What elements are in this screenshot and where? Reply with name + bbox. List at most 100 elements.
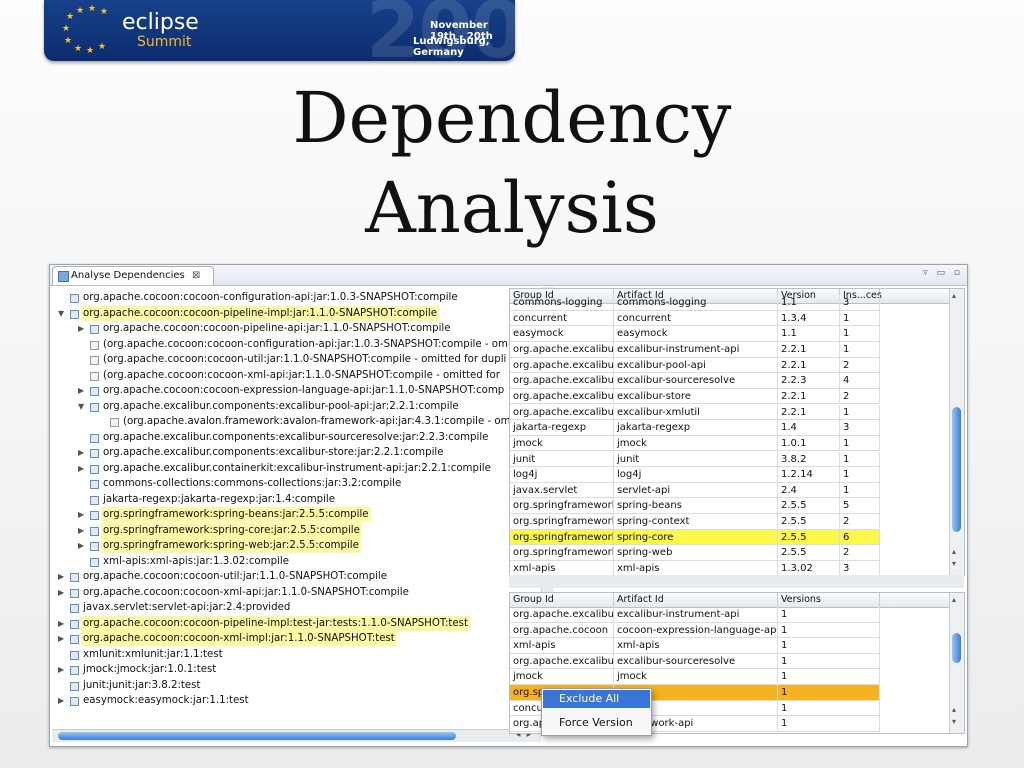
expand-icon[interactable]: ▶: [78, 538, 88, 553]
tree-row[interactable]: ▼ org.apache.excalibur.components:excalib…: [52, 399, 541, 414]
tree-row[interactable]: ▶ org.apache.cocoon:cocoon-xml-api:jar:1.…: [52, 585, 541, 600]
collapse-icon[interactable]: ▼: [58, 306, 68, 321]
column-header-versions[interactable]: Versions: [778, 593, 880, 607]
tree-row[interactable]: junit:junit:jar:3.8.2:test: [52, 678, 541, 693]
table-row[interactable]: xml-apis xml-apis 1: [510, 638, 880, 654]
scroll-thumb[interactable]: [58, 732, 456, 740]
tree-row-label: org.apache.excalibur.containerkit:excali…: [103, 462, 491, 474]
column-header-artifact-id[interactable]: Artifact Id: [614, 593, 778, 607]
tree-row[interactable]: jakarta-regexp:jakarta-regexp:jar:1.4:co…: [52, 492, 541, 507]
tree-row[interactable]: ▶ org.springframework:spring-core:jar:2.5…: [52, 522, 541, 538]
table-row[interactable]: xml-apis xml-apis 1.3.02 3: [510, 561, 880, 575]
expand-icon[interactable]: ▶: [78, 383, 88, 398]
table-cell: 2.2.1: [778, 357, 840, 373]
tree-row[interactable]: ▶ org.apache.cocoon:cocoon-util:jar:1.1.0…: [52, 569, 541, 584]
tree-row[interactable]: javax.servlet:servlet-api:jar:2.4:provid…: [52, 600, 541, 615]
tree-row[interactable]: org.apache.cocoon:cocoon-configuration-a…: [52, 290, 541, 305]
table-cell: 1.4: [778, 420, 840, 436]
table-row[interactable]: org.springframework spring-core 2.5.5 6: [510, 529, 880, 546]
table-row[interactable]: javax.servlet servlet-api 2.4 1: [510, 482, 880, 499]
table-vertical-scrollbar[interactable]: ▴ ▴ ▾: [949, 593, 964, 733]
scroll-up-icon[interactable]: ▴: [952, 547, 956, 556]
table-cell: org.apache.excalibur: [510, 404, 614, 420]
expand-icon[interactable]: ▶: [78, 507, 88, 522]
tab-analyse-dependencies[interactable]: Analyse Dependencies ⊠: [52, 266, 214, 285]
tree-row[interactable]: (org.apache.cocoon:cocoon-xml-api:jar:1.…: [52, 368, 541, 383]
banner-place: Ludwigsburg, Germany: [413, 36, 490, 58]
table-row[interactable]: commons-logging commons-logging 1.1 3: [510, 295, 880, 311]
table-row[interactable]: concurrent concurrent 1.3.4 1: [510, 310, 880, 327]
table-row[interactable]: jmock jmock 1.0.1 1: [510, 435, 880, 452]
tree-row[interactable]: (org.apache.cocoon:cocoon-util:jar:1.1.0…: [52, 352, 541, 367]
table-row[interactable]: log4j log4j 1.2.14 1: [510, 467, 880, 483]
tree-row[interactable]: xml-apis:xml-apis:jar:1.3.02:compile: [52, 554, 541, 569]
table-row[interactable]: org.apache.cocoon cocoon-expression-langu…: [510, 622, 880, 639]
table-row[interactable]: org.springframework spring-web 2.5.5 2: [510, 545, 880, 561]
dependency-tree[interactable]: org.apache.cocoon:cocoon-configuration-a…: [52, 287, 541, 729]
tree-row[interactable]: xmlunit:xmlunit:jar:1.1:test: [52, 647, 541, 662]
expand-icon[interactable]: ▶: [58, 631, 68, 646]
scroll-thumb[interactable]: [952, 407, 961, 532]
window-controls[interactable]: ▿ ▭ ▫: [923, 268, 963, 278]
tree-row[interactable]: org.apache.excalibur.components:excalibu…: [52, 430, 541, 445]
table-row[interactable]: jmock jmock 1: [510, 669, 880, 685]
dependency-icon: [90, 542, 99, 551]
scroll-up-icon[interactable]: ▴: [952, 291, 956, 300]
tree-row[interactable]: ▶ org.apache.excalibur.containerkit:excal…: [52, 461, 541, 476]
tree-row[interactable]: ▼ org.apache.cocoon:cocoon-pipeline-impl:…: [52, 305, 541, 321]
tree-row[interactable]: (org.apache.cocoon:cocoon-configuration-…: [52, 337, 541, 352]
scroll-up-icon[interactable]: ▴: [952, 595, 956, 604]
pane-divider[interactable]: [509, 575, 964, 588]
tree-row[interactable]: commons-collections:commons-collections:…: [52, 476, 541, 491]
expand-icon[interactable]: ▶: [78, 445, 88, 460]
tree-row[interactable]: ▶ org.apache.cocoon:cocoon-pipeline-api:j…: [52, 321, 541, 336]
table-row[interactable]: org.apache.excalibur excalibur-instrument…: [510, 341, 880, 358]
scroll-thumb[interactable]: [952, 633, 961, 663]
expand-icon[interactable]: ▶: [78, 461, 88, 476]
tree-row[interactable]: ▶ org.springframework:spring-beans:jar:2.…: [52, 507, 541, 522]
table-row[interactable]: org.springframework spring-beans 2.5.5 5: [510, 498, 880, 515]
dependency-versions-table[interactable]: Group Id Artifact Id Version Ins...ces ▴…: [509, 288, 965, 576]
expand-icon[interactable]: ▶: [78, 523, 88, 538]
context-menu: Exclude All Force Version: [541, 688, 652, 736]
table-row[interactable]: org.apache.excalibur excalibur-instrument…: [510, 607, 880, 623]
table-row[interactable]: org.springframework spring-context 2.5.5 2: [510, 514, 880, 530]
tree-row[interactable]: ▶ org.apache.excalibur.components:excalib…: [52, 445, 541, 460]
collapse-icon[interactable]: ▼: [78, 399, 88, 414]
tree-horizontal-scrollbar[interactable]: ◂▸: [52, 729, 541, 742]
tree-row[interactable]: ▶ org.springframework:spring-web:jar:2.5.…: [52, 538, 541, 553]
table-row[interactable]: junit junit 3.8.2 1: [510, 451, 880, 468]
expand-icon[interactable]: ▶: [78, 321, 88, 336]
tree-row[interactable]: ▶ easymock:easymock:jar:1.1:test: [52, 693, 541, 708]
scroll-down-icon[interactable]: ▾: [952, 559, 956, 568]
menu-item-exclude-all[interactable]: Exclude All: [543, 690, 650, 708]
expand-icon[interactable]: ▶: [58, 693, 68, 708]
table-row[interactable]: easymock easymock 1.1 1: [510, 326, 880, 342]
table-row[interactable]: org.apache.excalibur excalibur-pool-api 2.…: [510, 357, 880, 374]
table-vertical-scrollbar[interactable]: ▴ ▴ ▾: [949, 289, 964, 575]
expand-icon[interactable]: ▶: [58, 585, 68, 600]
dependency-icon: [90, 402, 99, 412]
column-header-group-id[interactable]: Group Id: [510, 593, 614, 607]
tree-row[interactable]: ▶ jmock:jmock:jar:1.0.1:test: [52, 662, 541, 677]
table-row[interactable]: org.apache.excalibur excalibur-store 2.2.1…: [510, 388, 880, 405]
expand-icon[interactable]: ▶: [58, 569, 68, 584]
table-row[interactable]: org.apache.excalibur excalibur-sourcereso…: [510, 373, 880, 389]
table-row[interactable]: org.apache.excalibur excalibur-xmlutil 2.2…: [510, 404, 880, 421]
table-row[interactable]: org.apache.excalibur excalibur-sourcereso…: [510, 653, 880, 670]
tree-row[interactable]: (org.apache.avalon.framework:avalon-fram…: [52, 414, 541, 429]
menu-item-force-version[interactable]: Force Version: [543, 714, 650, 732]
table-cell: 2.5.5: [778, 514, 840, 530]
tree-row[interactable]: ▶ org.apache.cocoon:cocoon-xml-impl:jar:1…: [52, 631, 541, 646]
dependency-icon: [70, 697, 79, 706]
tree-row-label: org.apache.cocoon:cocoon-configuration-a…: [83, 292, 458, 303]
table-row[interactable]: jakarta-regexp jakarta-regexp 1.4 3: [510, 420, 880, 436]
close-icon[interactable]: ⊠: [192, 267, 200, 285]
tree-row[interactable]: ▶ org.apache.cocoon:cocoon-pipeline-impl:…: [52, 615, 541, 631]
scroll-up-icon[interactable]: ▴: [952, 705, 956, 714]
expand-icon[interactable]: ▶: [58, 616, 68, 631]
scroll-down-icon[interactable]: ▾: [952, 717, 956, 726]
tree-row[interactable]: ▶ org.apache.cocoon:cocoon-expression-lan…: [52, 383, 541, 398]
table-cell: jmock: [614, 435, 778, 451]
expand-icon[interactable]: ▶: [58, 662, 68, 677]
